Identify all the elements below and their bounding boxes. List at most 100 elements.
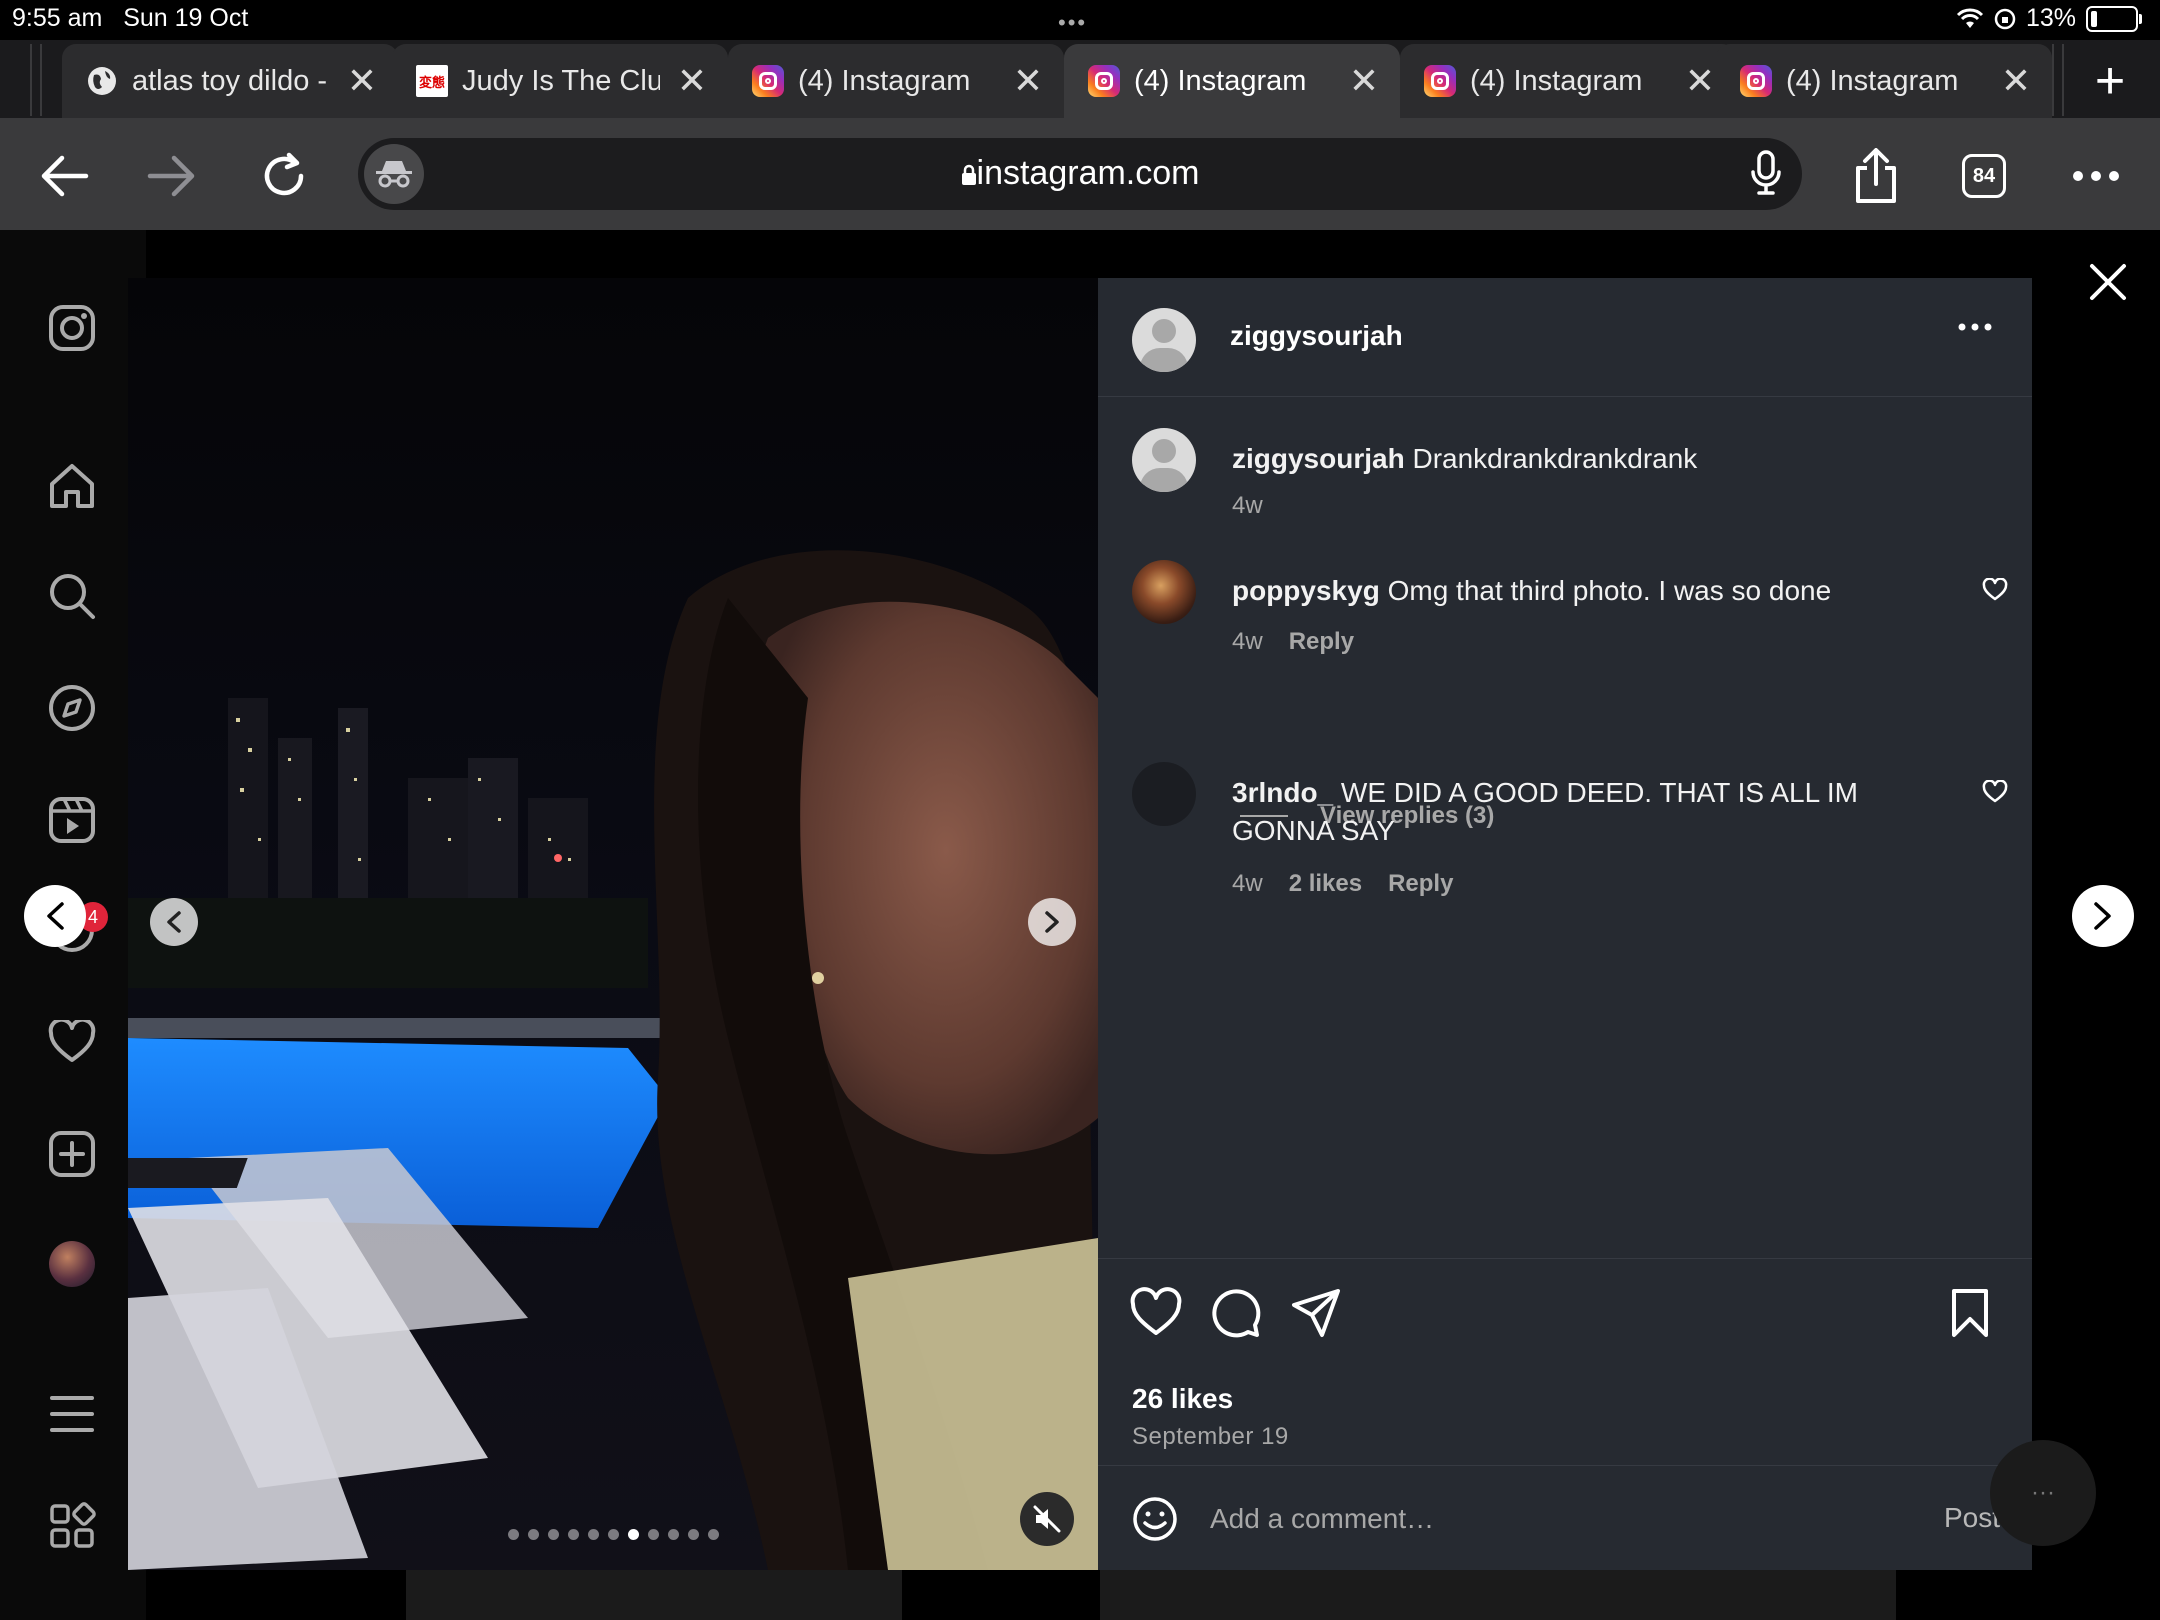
comment-time[interactable]: 4w bbox=[1232, 492, 1263, 520]
status-time: 9:55 am Sun 19 Oct bbox=[12, 4, 249, 32]
post-options-button[interactable] bbox=[1958, 318, 1992, 336]
carousel-next-button[interactable] bbox=[1028, 898, 1076, 946]
close-tab-icon[interactable]: ✕ bbox=[344, 60, 380, 102]
reply-button[interactable]: Reply bbox=[1388, 870, 1453, 898]
globe-icon bbox=[86, 65, 118, 97]
instagram-logo-icon[interactable] bbox=[46, 302, 98, 354]
more-options-icon bbox=[1958, 323, 1992, 331]
status-bar: 9:55 am Sun 19 Oct ••• 13% bbox=[0, 0, 2160, 40]
forward-button[interactable] bbox=[142, 146, 202, 206]
menu-icon[interactable] bbox=[46, 1388, 98, 1440]
tab-instagram-1[interactable]: (4) Instagram ✕ bbox=[728, 44, 1064, 118]
notifications-heart-icon[interactable] bbox=[46, 1016, 98, 1068]
tab-atlas[interactable]: atlas toy dildo - ✕ bbox=[62, 44, 398, 118]
post-date[interactable]: September 19 bbox=[1132, 1423, 1289, 1451]
comment-username[interactable]: 3rlndo_ bbox=[1232, 777, 1333, 808]
emoji-icon[interactable] bbox=[1132, 1496, 1178, 1542]
background-post-thumbnail bbox=[1400, 1570, 1896, 1620]
carousel-dot bbox=[608, 1529, 619, 1540]
address-bar[interactable]: instagram.com bbox=[358, 138, 1802, 210]
close-tab-icon[interactable]: ✕ bbox=[1998, 60, 2034, 102]
tab-title: (4) Instagram bbox=[1786, 64, 1959, 97]
reload-icon bbox=[264, 152, 304, 196]
orientation-lock-icon bbox=[1994, 8, 2016, 29]
tab-instagram-4[interactable]: (4) Instagram ✕ bbox=[1716, 44, 2052, 118]
chevron-right-icon bbox=[2094, 902, 2111, 930]
add-comment-bar: Post bbox=[1098, 1465, 2032, 1572]
comment-time[interactable]: 4w bbox=[1232, 628, 1263, 656]
like-comment-heart-icon[interactable] bbox=[1982, 780, 2008, 804]
comment-likes[interactable]: 2 likes bbox=[1289, 870, 1362, 898]
forward-arrow-icon bbox=[147, 155, 195, 197]
carousel-dot bbox=[588, 1529, 599, 1540]
search-icon[interactable] bbox=[46, 570, 98, 622]
post-media[interactable] bbox=[128, 278, 1098, 1570]
comment-input[interactable] bbox=[1208, 1492, 1852, 1546]
back-arrow-icon bbox=[41, 155, 89, 197]
tab-count-button[interactable]: 84 bbox=[1962, 154, 2006, 198]
chevron-right-icon bbox=[1045, 911, 1059, 933]
profile-avatar[interactable] bbox=[46, 1238, 98, 1290]
explore-icon[interactable] bbox=[46, 682, 98, 734]
also-from-meta-icon[interactable] bbox=[46, 1500, 98, 1552]
carousel-dot bbox=[568, 1529, 579, 1540]
close-tab-icon[interactable]: ✕ bbox=[1010, 60, 1046, 102]
tab-title: (4) Instagram bbox=[798, 64, 971, 97]
tab-instagram-3[interactable]: (4) Instagram ✕ bbox=[1400, 44, 1736, 118]
comment-username[interactable]: ziggysourjah bbox=[1232, 443, 1405, 474]
close-tab-icon[interactable]: ✕ bbox=[1346, 60, 1382, 102]
multitasking-dots[interactable]: ••• bbox=[1058, 10, 1087, 36]
carousel-dot bbox=[688, 1529, 699, 1540]
comment-bubble-icon[interactable] bbox=[1210, 1287, 1262, 1339]
reload-button[interactable] bbox=[254, 146, 314, 206]
tab-stack-edge bbox=[30, 44, 32, 116]
close-tab-icon[interactable]: ✕ bbox=[674, 60, 710, 102]
comment-meta: 4w Reply bbox=[1232, 628, 1354, 656]
create-icon[interactable] bbox=[46, 1128, 98, 1180]
tab-title: Judy Is The Clu bbox=[462, 64, 660, 97]
browser-toolbar: instagram.com 84 bbox=[0, 118, 2160, 230]
caption-text: ziggysourjah Drankdrankdrankdrank bbox=[1232, 443, 1698, 474]
author-avatar[interactable] bbox=[1132, 308, 1196, 372]
home-icon[interactable] bbox=[46, 460, 98, 512]
comment-meta: 4w bbox=[1232, 492, 1263, 520]
previous-post-button[interactable] bbox=[24, 885, 86, 947]
close-modal-icon[interactable] bbox=[2086, 260, 2130, 304]
commenter-avatar[interactable] bbox=[1132, 428, 1196, 492]
battery-icon bbox=[2086, 5, 2142, 32]
author-username[interactable]: ziggysourjah bbox=[1230, 320, 1403, 352]
tab-judy[interactable]: 変態 Judy Is The Clu ✕ bbox=[392, 44, 728, 118]
url-text: instagram.com bbox=[358, 154, 1802, 193]
tab-instagram-active[interactable]: (4) Instagram ✕ bbox=[1064, 44, 1400, 118]
close-tab-icon[interactable]: ✕ bbox=[1682, 60, 1718, 102]
likes-count[interactable]: 26 likes bbox=[1132, 1383, 1233, 1415]
share-paper-plane-icon[interactable] bbox=[1290, 1287, 1342, 1339]
reels-icon[interactable] bbox=[46, 794, 98, 846]
carousel-dot bbox=[708, 1529, 719, 1540]
new-tab-button[interactable]: + bbox=[2060, 44, 2160, 118]
carousel-previous-button[interactable] bbox=[150, 898, 198, 946]
like-heart-icon[interactable] bbox=[1130, 1287, 1182, 1339]
comment-time[interactable]: 4w bbox=[1232, 870, 1263, 898]
next-post-button[interactable] bbox=[2072, 885, 2134, 947]
like-comment-heart-icon[interactable] bbox=[1982, 578, 2008, 602]
status-indicators: 13% bbox=[1956, 4, 2142, 33]
post-photo-night-pool bbox=[128, 278, 1098, 1570]
mute-button[interactable] bbox=[1020, 1492, 1074, 1546]
share-button[interactable] bbox=[1846, 146, 1906, 206]
microphone-icon bbox=[1751, 150, 1781, 195]
reply-button[interactable]: Reply bbox=[1289, 628, 1354, 656]
more-icon bbox=[2073, 171, 2119, 181]
more-menu-button[interactable] bbox=[2066, 146, 2126, 206]
commenter-avatar[interactable] bbox=[1132, 560, 1196, 624]
comment-username[interactable]: poppyskyg bbox=[1232, 575, 1380, 606]
save-bookmark-icon[interactable] bbox=[1944, 1287, 1996, 1339]
carousel-indicator bbox=[508, 1529, 719, 1540]
back-button[interactable] bbox=[34, 146, 94, 206]
floating-more-button[interactable]: ··· bbox=[1990, 1440, 2096, 1546]
commenter-avatar[interactable] bbox=[1132, 762, 1196, 826]
microphone-button[interactable] bbox=[1750, 150, 1782, 201]
carousel-dot bbox=[648, 1529, 659, 1540]
carousel-dot bbox=[528, 1529, 539, 1540]
muted-speaker-icon bbox=[1033, 1505, 1061, 1533]
